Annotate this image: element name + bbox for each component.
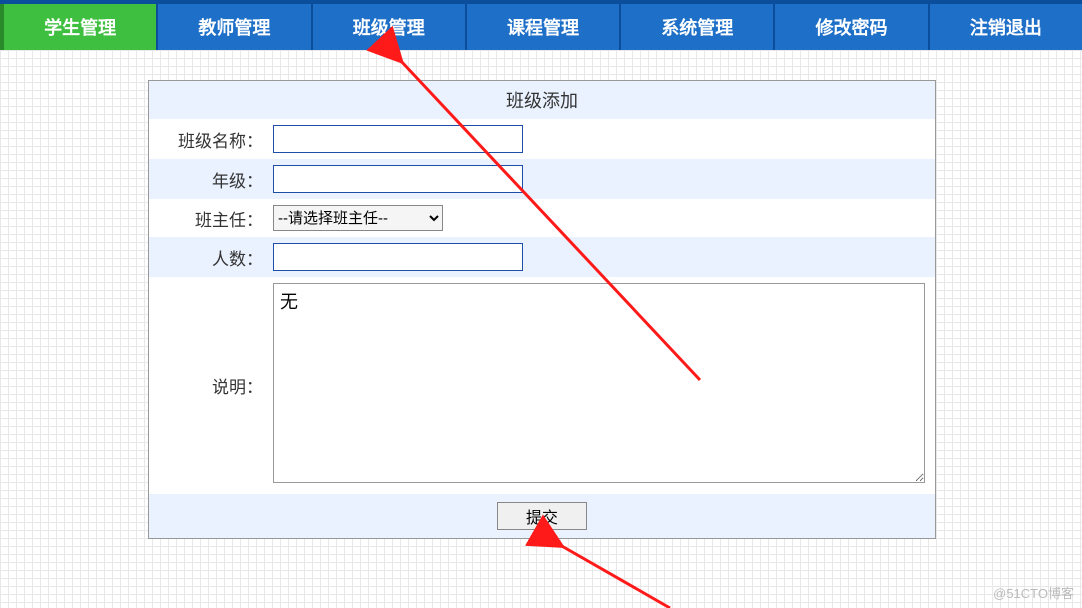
- nav-class[interactable]: 班级管理: [313, 4, 467, 50]
- nav-label: 注销退出: [970, 14, 1042, 40]
- nav-label: 课程管理: [507, 14, 579, 40]
- form-title: 班级添加: [149, 81, 935, 119]
- nav-label: 系统管理: [661, 14, 733, 40]
- nav-student[interactable]: 学生管理: [0, 4, 158, 50]
- form-panel: 班级添加 班级名称： 年级： 班主任： --请选择班主任-- 人数： 说明：: [148, 80, 936, 539]
- nav-password[interactable]: 修改密码: [775, 4, 929, 50]
- label-grade: 年级：: [149, 167, 269, 192]
- input-grade[interactable]: [273, 165, 523, 193]
- watermark: @51CTO博客: [993, 583, 1074, 602]
- input-class-name[interactable]: [273, 125, 523, 153]
- nav-teacher[interactable]: 教师管理: [158, 4, 312, 50]
- nav-label: 修改密码: [816, 14, 888, 40]
- textarea-description[interactable]: [273, 283, 925, 483]
- row-count: 人数：: [149, 237, 935, 277]
- select-head-teacher[interactable]: --请选择班主任--: [273, 205, 443, 231]
- input-count[interactable]: [273, 243, 523, 271]
- row-submit: 提交: [149, 494, 935, 538]
- nav-logout[interactable]: 注销退出: [930, 4, 1082, 50]
- label-head-teacher: 班主任：: [149, 206, 269, 231]
- row-head-teacher: 班主任： --请选择班主任--: [149, 199, 935, 237]
- nav-course[interactable]: 课程管理: [467, 4, 621, 50]
- submit-button[interactable]: 提交: [497, 502, 587, 530]
- row-description: 说明：: [149, 277, 935, 494]
- nav-label: 教师管理: [198, 14, 270, 40]
- row-grade: 年级：: [149, 159, 935, 199]
- nav-label: 班级管理: [353, 14, 425, 40]
- label-class-name: 班级名称：: [149, 127, 269, 152]
- nav-label: 学生管理: [44, 14, 116, 40]
- label-count: 人数：: [149, 245, 269, 270]
- top-nav: 学生管理 教师管理 班级管理 课程管理 系统管理 修改密码 注销退出: [0, 0, 1082, 50]
- nav-system[interactable]: 系统管理: [621, 4, 775, 50]
- label-description: 说明：: [149, 373, 269, 398]
- row-class-name: 班级名称：: [149, 119, 935, 159]
